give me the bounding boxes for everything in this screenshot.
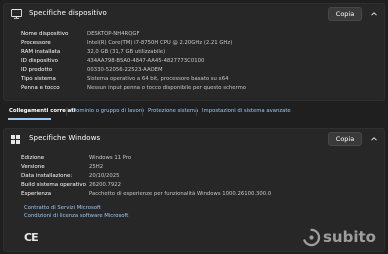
spec-label: Esperienza xyxy=(21,191,52,197)
copy-windows-specs-button[interactable]: Copia xyxy=(328,132,362,146)
link-system-protection[interactable]: Protezione sistema xyxy=(148,108,198,114)
spec-value: Pacchetto di esperienze per funzionalità… xyxy=(89,191,272,197)
windows-specs-header[interactable]: Specifiche Windows Copia xyxy=(4,129,384,149)
spec-value: Sistema operativo a 64 bit, processore b… xyxy=(87,76,229,82)
active-indicator xyxy=(8,118,51,120)
ce-mark: CE xyxy=(24,231,39,244)
windows-logo-icon xyxy=(11,135,20,144)
spec-label: Data installazione: xyxy=(21,173,73,179)
spec-value: 20/10/2025 xyxy=(89,173,120,179)
spec-label: Processore xyxy=(21,40,51,46)
watermark-text: subito xyxy=(323,228,376,246)
spec-label: Edizione xyxy=(21,155,45,161)
watermark-logo-icon xyxy=(303,228,321,247)
spec-label: Build sistema operativo xyxy=(21,182,87,188)
spec-label: Nome dispositivo xyxy=(21,31,69,37)
chevron-up-icon[interactable] xyxy=(371,136,377,142)
related-links-bar: Collegamenti correlati Dominio o gruppo … xyxy=(3,104,385,121)
spec-value: 00330-52056-22523-AAOEM xyxy=(87,67,163,73)
divider xyxy=(196,107,197,116)
device-specs-header[interactable]: Specifiche dispositivo Copia xyxy=(4,4,384,24)
chevron-up-icon[interactable] xyxy=(371,11,377,17)
spec-label: ID prodotto xyxy=(21,67,53,73)
windows-specs-title: Specifiche Windows xyxy=(29,134,101,142)
spec-label: Tipo sistema xyxy=(21,76,56,82)
link-microsoft-software-license[interactable]: Condizioni di licenza software Microsoft xyxy=(24,213,128,219)
spec-value: Windows 11 Pro xyxy=(89,155,132,161)
spec-value: Intel(R) Core(TM) i7-8750H CPU @ 2.20GHz… xyxy=(87,40,233,46)
copy-device-specs-button[interactable]: Copia xyxy=(328,7,362,21)
link-domain-workgroup[interactable]: Dominio o gruppo di lavoro xyxy=(72,108,144,114)
spec-value: 26200.7922 xyxy=(89,182,122,188)
divider xyxy=(142,107,143,116)
link-microsoft-services-agreement[interactable]: Contratto di Servizi Microsoft xyxy=(24,205,101,211)
spec-value: 25H2 xyxy=(89,164,104,170)
link-advanced-system-settings[interactable]: Impostazioni di sistema avanzate xyxy=(202,108,291,114)
spec-value: 434AA798-B5A0-4847-AA45-4827773C0100 xyxy=(87,58,205,64)
spec-label: Penna e tocco xyxy=(21,85,60,91)
spec-value: Nessun input penna o tocco disponibile p… xyxy=(87,85,246,91)
subito-watermark: subito xyxy=(302,227,376,249)
divider xyxy=(66,107,67,116)
spec-label: Versione xyxy=(21,164,45,170)
monitor-icon xyxy=(11,9,22,19)
device-specs-title: Specifiche dispositivo xyxy=(29,9,107,17)
spec-value: DESKTOP-NH4RQGF xyxy=(87,31,140,37)
spec-label: RAM installata xyxy=(21,49,61,55)
spec-label: ID dispositivo xyxy=(21,58,59,64)
spec-value: 32,0 GB (31,7 GB utilizzabile) xyxy=(87,49,166,55)
